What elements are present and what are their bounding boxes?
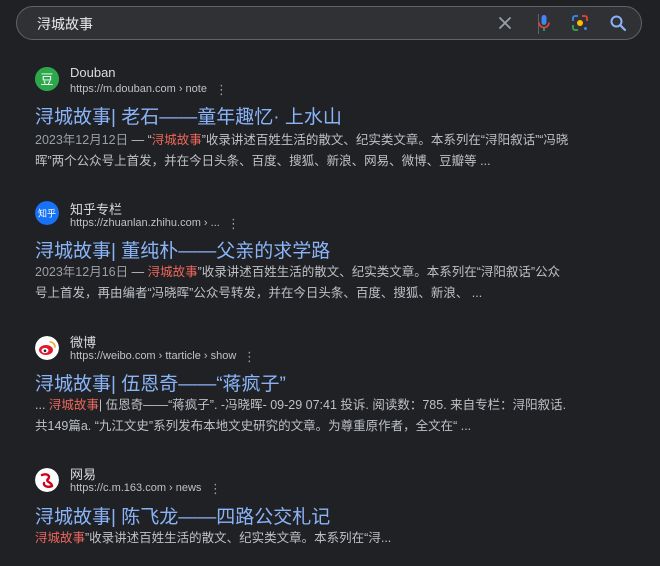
result-site-header[interactable]: 知乎 知乎专栏 https://zhuanlan.zhihu.com › ...… [35, 201, 635, 237]
result-date: 2023年12月12日 [35, 133, 129, 147]
weibo-logo-icon [35, 336, 59, 360]
result-snippet: 2023年12月16日 — 浔城故事”收录讲述百姓生活的散文、纪实类文章。本系列… [35, 262, 595, 304]
site-name: 知乎专栏 [70, 202, 123, 217]
snippet-line-2: 晖”两个公众号上首发，并在今日头条、百度、搜狐、新浪、网易、微博、豆瓣等 ... [35, 154, 491, 168]
site-url: https://m.douban.com › note [70, 83, 207, 95]
snippet-post: ”收录讲述百姓生活的散文、纪实类文章。本系列在“浔... [85, 531, 392, 545]
netease-logo-icon [35, 468, 59, 492]
site-name: 网易 [70, 467, 97, 482]
result-site-header[interactable]: 微博 https://weibo.com › ttarticle › show … [35, 334, 635, 370]
date-separator: — [128, 265, 148, 279]
result-title-link[interactable]: 浔城故事| 伍恩奇——“蒋疯子” [35, 369, 286, 396]
more-options-icon[interactable]: ⋮ [215, 83, 228, 97]
site-name: Douban [70, 65, 116, 80]
lens-icon[interactable] [569, 12, 591, 34]
snippet-pre: ... [35, 398, 49, 412]
result-title-link[interactable]: 浔城故事| 老石——童年趣忆· 上水山 [35, 102, 342, 129]
zhihu-logo-icon: 知乎 [35, 201, 59, 225]
site-url: https://zhuanlan.zhihu.com › ... [70, 217, 220, 229]
result-snippet: ... 浔城故事| 伍恩奇——“蒋疯子”. -冯晓晖- 09-29 07:41 … [35, 395, 595, 437]
date-separator: — [128, 133, 148, 147]
site-url: https://c.m.163.com › news [70, 482, 202, 494]
more-options-icon[interactable]: ⋮ [227, 217, 240, 231]
douban-logo-icon: 豆 [35, 67, 59, 91]
search-result: 网易 https://c.m.163.com › news ⋮ 浔城故事| 陈飞… [35, 466, 635, 545]
snippet-post: | 伍恩奇——“蒋疯子”. -冯晓晖- 09-29 07:41 投诉. 阅读数：… [98, 398, 567, 412]
mic-icon[interactable] [533, 12, 555, 34]
result-title-link[interactable]: 浔城故事| 董纯朴——父亲的求学路 [35, 236, 330, 263]
more-options-icon[interactable]: ⋮ [243, 350, 256, 364]
more-options-icon[interactable]: ⋮ [209, 482, 222, 496]
result-date: 2023年12月16日 [35, 265, 129, 279]
close-icon[interactable] [494, 12, 516, 34]
search-result: 知乎 知乎专栏 https://zhuanlan.zhihu.com › ...… [35, 201, 635, 300]
search-result: 微博 https://weibo.com › ttarticle › show … [35, 334, 635, 433]
result-title-link[interactable]: 浔城故事| 陈飞龙——四路公交札记 [35, 502, 330, 529]
snippet-post: ”收录讲述百姓生活的散文、纪实类文章。本系列在“浔阳叙话”公众 [197, 265, 561, 279]
search-input[interactable]: 浔城故事 [37, 14, 93, 34]
result-snippet: 浔城故事”收录讲述百姓生活的散文、纪实类文章。本系列在“浔... [35, 528, 595, 549]
result-site-header[interactable]: 豆 Douban https://m.douban.com › note ⋮ [35, 65, 635, 103]
result-site-header[interactable]: 网易 https://c.m.163.com › news ⋮ [35, 466, 635, 502]
top-bar: 浔城故事 [0, 0, 660, 46]
snippet-post: ”收录讲述百姓生活的散文、纪实类文章。本系列在“浔阳叙话”“冯晓 [201, 133, 569, 147]
favicon-text: 豆 [40, 73, 53, 88]
site-url: https://weibo.com › ttarticle › show [70, 350, 237, 362]
site-name: 微博 [70, 335, 97, 350]
search-icon[interactable] [607, 12, 629, 34]
result-snippet: 2023年12月12日 — “浔城故事”收录讲述百姓生活的散文、纪实类文章。本系… [35, 130, 595, 172]
search-result: 豆 Douban https://m.douban.com › note ⋮ 浔… [35, 65, 635, 168]
snippet-line-2: 号上首发，再由编者“冯晓晖”公众号转发，并在今日头条、百度、搜狐、新浪、 ... [35, 286, 483, 300]
search-box[interactable]: 浔城故事 [16, 6, 642, 40]
snippet-line-2: 共149篇a. “九江文史”系列发布本地文史研究的文章。为尊重原作者，全文在“ … [35, 419, 472, 433]
snippet-highlight: 浔城故事 [48, 398, 99, 412]
snippet-highlight: 浔城故事 [35, 531, 86, 545]
snippet-highlight: 浔城故事 [151, 133, 202, 147]
snippet-highlight: 浔城故事 [147, 265, 198, 279]
favicon-text: 知乎 [38, 208, 56, 220]
